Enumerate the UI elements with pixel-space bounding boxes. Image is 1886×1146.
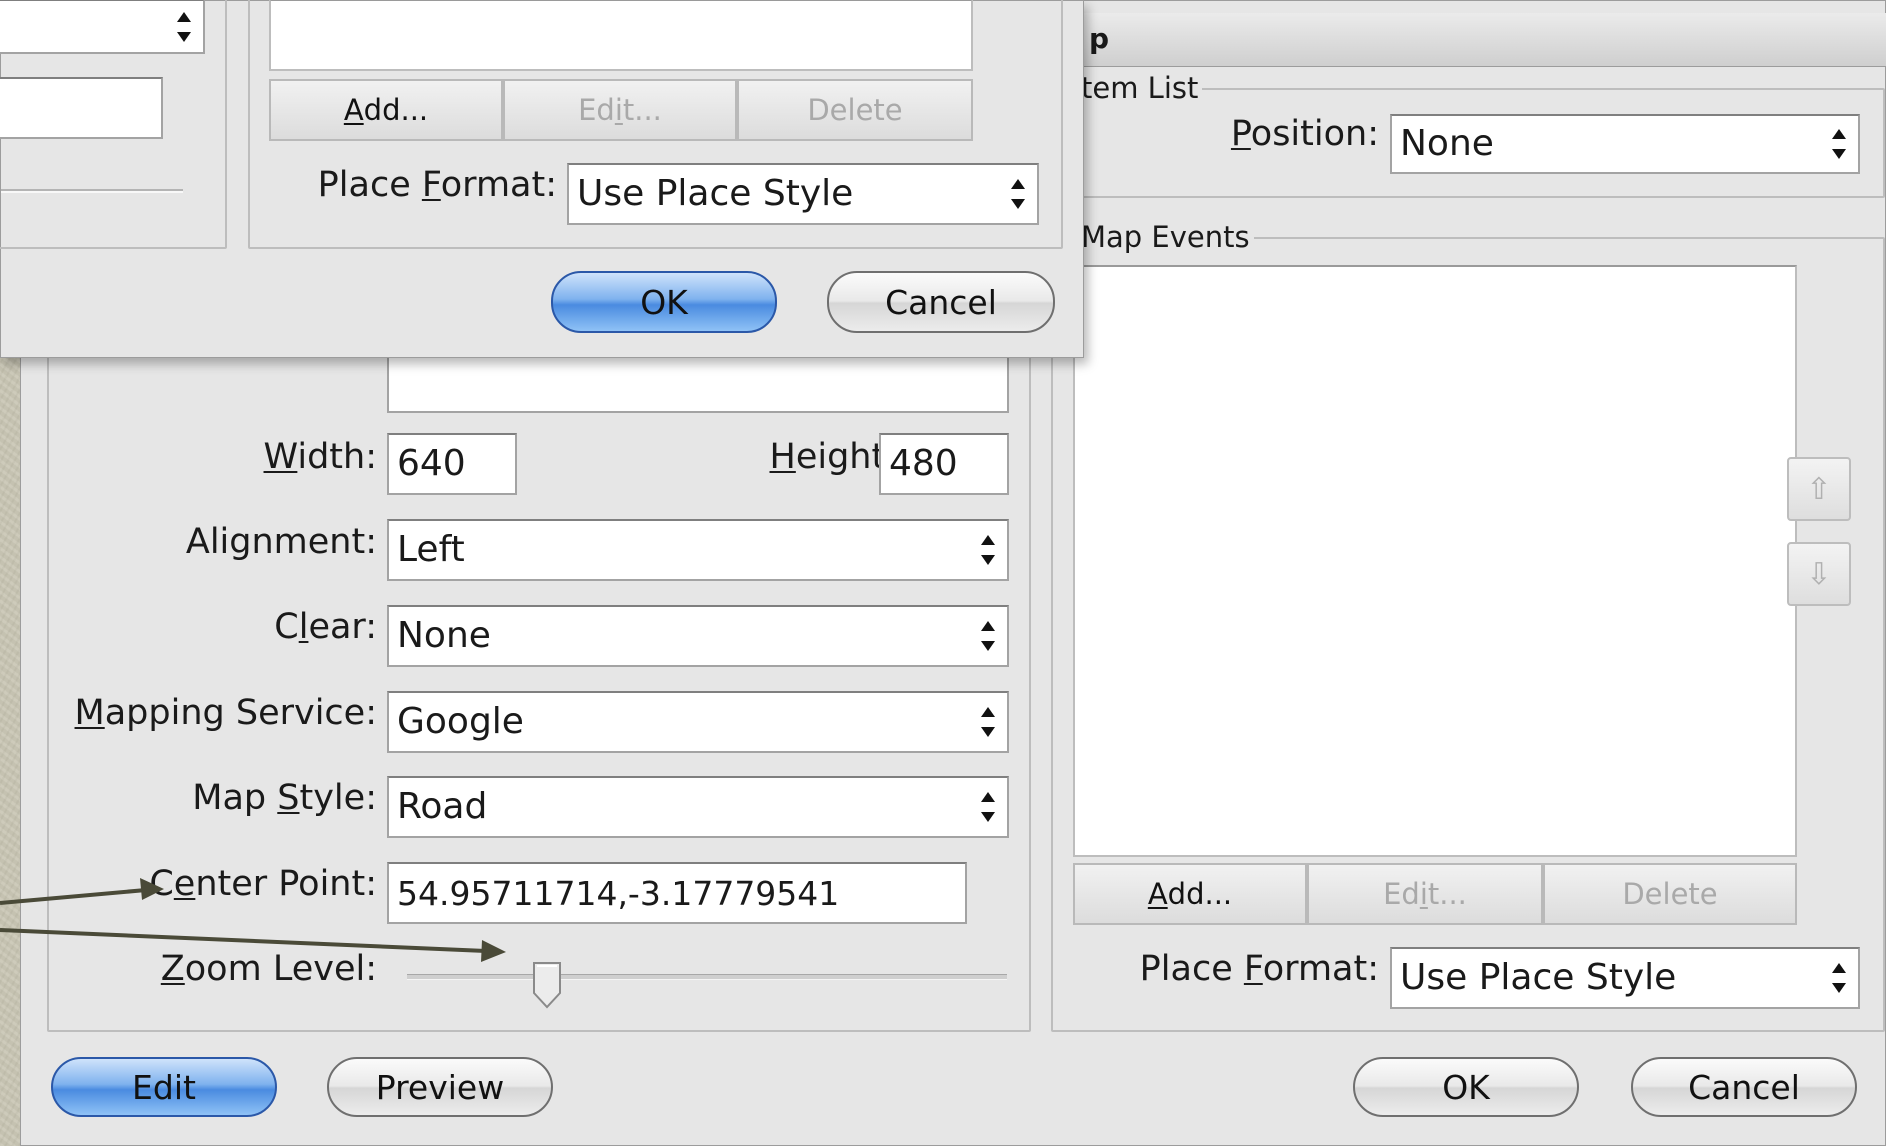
position-select[interactable]: None bbox=[1390, 114, 1860, 174]
stepper-arrows-icon bbox=[981, 535, 995, 565]
mapping-service-label: Mapping Service: bbox=[74, 693, 377, 733]
zoom-level-label: Zoom Level: bbox=[160, 949, 377, 989]
map-events-place-format-select[interactable]: Use Place Style bbox=[1390, 947, 1860, 1009]
edit-mode-button[interactable]: Edit bbox=[51, 1057, 277, 1117]
item-list-group-title: tem List bbox=[1077, 71, 1203, 105]
arrow-down-icon: ⇩ bbox=[1806, 556, 1832, 592]
place-dialog-place-format-label: Place Format: bbox=[317, 165, 557, 205]
zoom-slider-thumb[interactable] bbox=[532, 961, 562, 1009]
place-dialog-left-divider bbox=[1, 189, 183, 193]
map-events-add-button[interactable]: Add... bbox=[1073, 863, 1307, 925]
center-point-input[interactable]: 54.95711714,-3.17779541 bbox=[387, 862, 967, 924]
cancel-button[interactable]: Cancel bbox=[1631, 1057, 1857, 1117]
stepper-arrows-icon bbox=[1011, 179, 1025, 209]
clear-select[interactable]: None bbox=[387, 605, 1009, 667]
place-dialog-left-input[interactable] bbox=[0, 77, 163, 139]
ok-button[interactable]: OK bbox=[1353, 1057, 1579, 1117]
width-label: Width: bbox=[263, 437, 377, 477]
place-dialog-left-select[interactable] bbox=[0, 0, 205, 54]
map-events-place-format-label: Place Format: bbox=[1139, 949, 1379, 989]
stepper-arrows-icon bbox=[1832, 963, 1846, 993]
map-style-label: Map Style: bbox=[192, 778, 377, 818]
arrow-up-icon: ⇧ bbox=[1806, 471, 1832, 507]
place-dialog-cancel-button[interactable]: Cancel bbox=[827, 271, 1055, 333]
place-dialog-list[interactable] bbox=[269, 0, 973, 71]
zoom-slider-track bbox=[407, 974, 1007, 980]
mapping-service-select[interactable]: Google bbox=[387, 691, 1009, 753]
position-value: None bbox=[1400, 123, 1494, 164]
alignment-select[interactable]: Left bbox=[387, 519, 1009, 581]
preview-button[interactable]: Preview bbox=[327, 1057, 553, 1117]
stepper-arrows-icon bbox=[981, 621, 995, 651]
height-input[interactable]: 480 bbox=[879, 433, 1009, 495]
stepper-arrows-icon bbox=[1832, 129, 1846, 159]
height-label: Height: bbox=[769, 437, 898, 477]
map-dialog-title: p bbox=[1089, 22, 1110, 55]
position-label: Position: bbox=[1230, 114, 1379, 154]
place-dialog: Add... Ed i t... Delete Place Format: Use … bbox=[0, 0, 1084, 358]
map-style-select[interactable]: Road bbox=[387, 776, 1009, 838]
clear-label: Clear: bbox=[274, 607, 377, 647]
center-point-label: Center Point: bbox=[149, 864, 377, 904]
stepper-arrows-icon bbox=[177, 11, 191, 42]
place-dialog-place-format-select[interactable]: Use Place Style bbox=[567, 163, 1039, 225]
map-dialog-titlebar[interactable]: p bbox=[1071, 13, 1886, 67]
place-dialog-add-button[interactable]: Add... bbox=[269, 79, 503, 141]
move-down-button[interactable]: ⇩ bbox=[1787, 542, 1851, 606]
place-dialog-edit-button[interactable]: Ed i t... bbox=[503, 79, 737, 141]
place-dialog-ok-button[interactable]: OK bbox=[551, 271, 777, 333]
stepper-arrows-icon bbox=[981, 792, 995, 822]
zoom-level-slider[interactable] bbox=[407, 961, 1007, 1009]
map-events-group-title: Map Events bbox=[1077, 220, 1254, 254]
map-events-delete-button[interactable]: Delete bbox=[1543, 863, 1797, 925]
move-up-button[interactable]: ⇧ bbox=[1787, 457, 1851, 521]
place-dialog-delete-button[interactable]: Delete bbox=[737, 79, 973, 141]
map-events-edit-button[interactable]: Ed i t... bbox=[1307, 863, 1543, 925]
alignment-label: Alignment: bbox=[185, 522, 377, 562]
width-input[interactable]: 640 bbox=[387, 433, 517, 495]
stepper-arrows-icon bbox=[981, 707, 995, 737]
map-events-list[interactable] bbox=[1073, 265, 1797, 857]
